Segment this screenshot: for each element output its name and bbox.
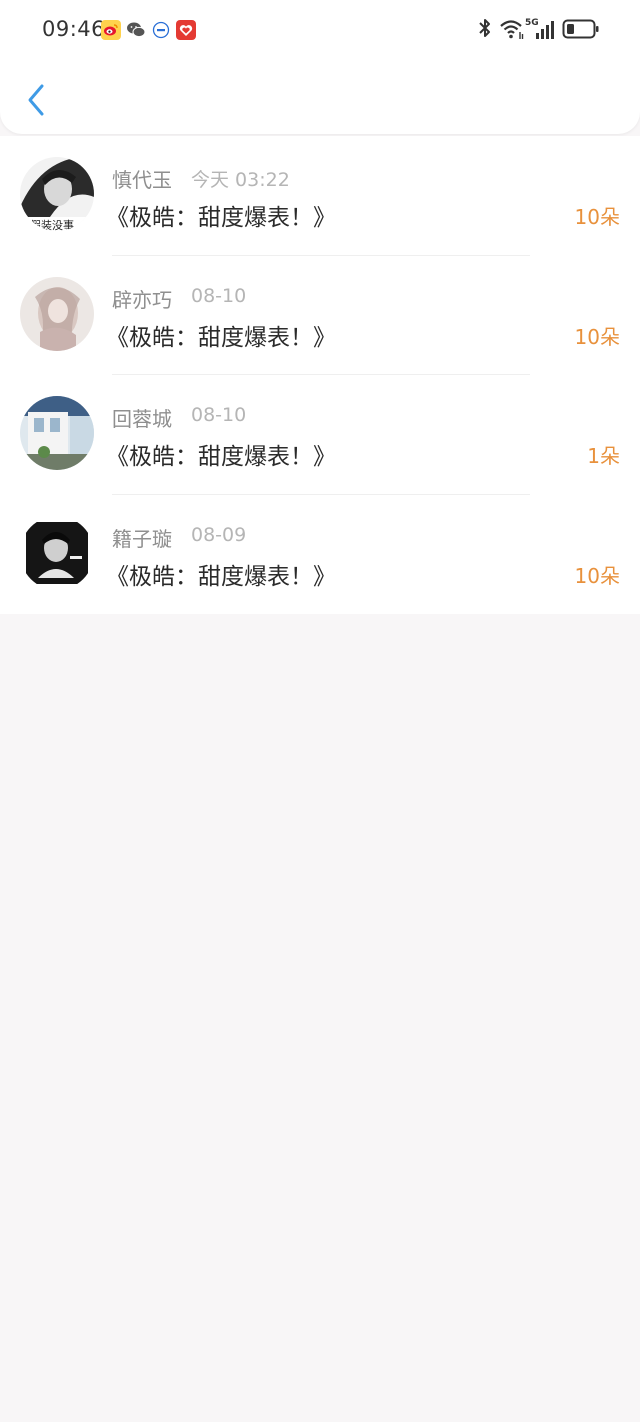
wechat-icon [126, 20, 146, 40]
list-item[interactable]: 回蓉城 08-10 《极皓：甜度爆表！》 1朵 [0, 375, 640, 495]
book-title: 《极皓：甜度爆表！》 [106, 205, 336, 231]
record-date: 08-09 [191, 523, 247, 546]
book-title: 《极皓：甜度爆表！》 [106, 563, 336, 590]
status-time: 09:46 [42, 17, 106, 41]
svg-text:假装没事: 假装没事 [30, 218, 74, 231]
sender-name: 籍子璇 [112, 526, 172, 551]
book-title: 《极皓：甜度爆表！》 [106, 324, 336, 351]
list-item[interactable]: 籍子璇 08-09 《极皓：甜度爆表！》 10朵 [0, 495, 640, 615]
wifi-icon [499, 16, 525, 46]
flower-amount: 10朵 [574, 563, 620, 588]
avatar[interactable]: 假装没事 [20, 157, 94, 231]
avatar[interactable] [20, 276, 94, 351]
list-item[interactable]: 辟亦巧 08-10 《极皓：甜度爆表！》 10朵 [0, 256, 640, 375]
flower-amount: 10朵 [574, 324, 620, 349]
avatar[interactable] [20, 515, 94, 590]
weibo-icon [101, 20, 121, 40]
header: 09:46 5G [0, 0, 640, 134]
sender-name: 慎代玉 [112, 168, 172, 192]
book-title: 《极皓：甜度爆表！》 [106, 444, 336, 470]
sender-name: 回蓉城 [112, 407, 172, 431]
list-item[interactable]: 假装没事 慎代玉 今天 03:22 《极皓：甜度爆表！》 10朵 [0, 136, 640, 256]
app-heart-icon [176, 20, 196, 40]
bluetooth-icon [476, 16, 494, 46]
sender-name: 辟亦巧 [112, 287, 172, 312]
record-date: 今天 03:22 [191, 169, 290, 191]
chevron-left-icon [28, 84, 44, 116]
record-date: 08-10 [191, 404, 247, 426]
flower-amount: 1朵 [587, 444, 620, 468]
signal-5g-icon: 5G [525, 16, 557, 46]
gift-record-list: 假装没事 慎代玉 今天 03:22 《极皓：甜度爆表！》 10朵 辟亦巧 08-… [0, 136, 640, 614]
battery-icon [562, 16, 600, 46]
flower-amount: 10朵 [574, 205, 620, 229]
back-button[interactable] [18, 80, 54, 120]
ifly-icon [151, 20, 171, 40]
avatar[interactable] [20, 396, 94, 470]
record-date: 08-10 [191, 284, 247, 307]
signal-label: 5G [525, 18, 539, 28]
status-bar: 09:46 5G [0, 0, 640, 60]
